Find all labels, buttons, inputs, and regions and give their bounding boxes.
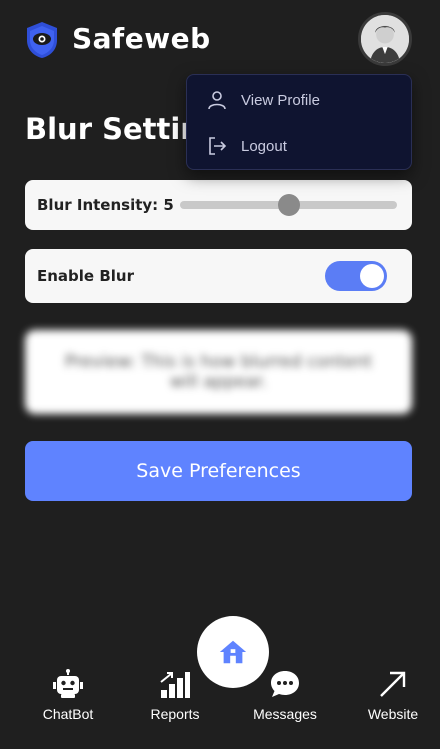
nav-messages-label: Messages — [253, 706, 317, 722]
user-avatar-icon — [361, 15, 409, 63]
eye-shield-icon — [27, 22, 57, 58]
view-profile-label: View Profile — [241, 91, 320, 109]
slider-thumb[interactable] — [277, 194, 300, 216]
blur-intensity-card: Blur Intensity: 5 — [25, 180, 412, 230]
logout-label: Logout — [241, 137, 287, 155]
enable-blur-label: Enable Blur — [37, 267, 134, 285]
bottom-navigation: ChatBot Reports Messages Website — [0, 610, 440, 749]
save-preferences-button[interactable]: Save Preferences — [25, 441, 412, 501]
user-outline-icon — [208, 91, 226, 110]
logout-menu-item[interactable]: Logout — [187, 123, 411, 169]
app-header: Safeweb — [0, 0, 440, 80]
arrow-up-right-icon — [380, 671, 406, 697]
nav-website[interactable]: Website — [348, 668, 438, 728]
logout-icon — [209, 137, 227, 155]
enable-blur-toggle[interactable] — [325, 261, 387, 291]
profile-dropdown-menu: View Profile Logout — [186, 74, 412, 170]
app-title: Safeweb — [72, 22, 211, 55]
blur-intensity-label: Blur Intensity: 5 — [37, 196, 174, 214]
blur-preview-box: Preview: This is how blurred content wil… — [25, 330, 412, 414]
nav-chatbot-label: ChatBot — [42, 706, 94, 722]
blur-intensity-slider[interactable] — [180, 194, 397, 216]
view-profile-menu-item[interactable]: View Profile — [187, 77, 411, 123]
nav-chatbot[interactable]: ChatBot — [23, 668, 113, 728]
nav-messages[interactable]: Messages — [240, 668, 330, 728]
bar-chart-icon — [160, 672, 190, 698]
nav-reports[interactable]: Reports — [130, 668, 220, 728]
robot-icon — [53, 669, 83, 698]
enable-blur-card: Enable Blur — [25, 249, 412, 303]
chat-bubble-icon — [271, 671, 299, 697]
nav-website-label: Website — [367, 706, 419, 722]
home-icon — [219, 640, 247, 664]
avatar-button[interactable] — [358, 12, 412, 66]
toggle-knob — [360, 264, 384, 288]
preview-text: Preview: This is how blurred content wil… — [64, 352, 373, 392]
nav-reports-label: Reports — [150, 706, 200, 722]
